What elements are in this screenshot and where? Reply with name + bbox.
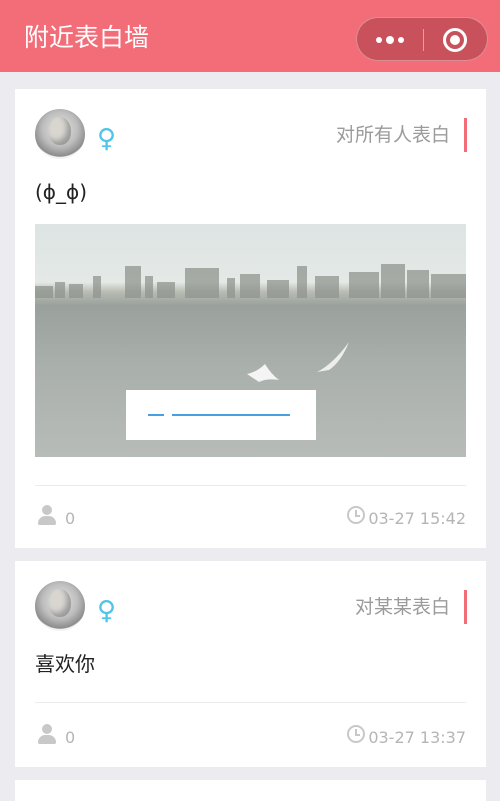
footer-divider: [35, 702, 466, 703]
capsule-divider: [423, 29, 424, 51]
post-card[interactable]: ♀ 对某某表白 喜欢你 0 03-27 13:37: [15, 561, 486, 767]
image-caption-box: [126, 390, 316, 440]
like-count: 0: [65, 509, 76, 528]
post-card[interactable]: ♀ 对所有人表白 (ɸ_ɸ) 0 03-27 15:42: [15, 89, 486, 548]
avatar[interactable]: [35, 109, 85, 159]
avatar-face: [49, 117, 71, 145]
clock-icon: [347, 725, 365, 743]
clock-icon: [347, 506, 365, 524]
female-icon: ♀: [97, 596, 117, 626]
more-dot-icon: [376, 37, 382, 43]
more-dot-icon: [386, 36, 394, 44]
post-time: 03-27 13:37: [368, 728, 466, 747]
mini-program-capsule: [356, 17, 488, 61]
avatar-face: [49, 589, 71, 617]
person-icon[interactable]: [37, 724, 57, 746]
caption-line: [172, 414, 290, 416]
footer-divider: [35, 485, 466, 486]
post-text: (ɸ_ɸ): [35, 180, 87, 204]
confession-target: 对所有人表白: [335, 124, 450, 146]
close-program-button[interactable]: [443, 28, 467, 52]
post-time: 03-27 15:42: [368, 509, 466, 528]
avatar[interactable]: [35, 581, 85, 631]
target-accent-bar: [464, 590, 467, 624]
more-menu-button[interactable]: [357, 18, 423, 62]
post-text: 喜欢你: [35, 652, 95, 676]
nav-bar: 附近表白墙: [0, 0, 500, 72]
page-title: 附近表白墙: [24, 23, 150, 52]
target-accent-bar: [464, 118, 467, 152]
post-card-partial: [15, 780, 486, 801]
more-dot-icon: [398, 37, 404, 43]
like-count: 0: [65, 728, 76, 747]
caption-line: [148, 414, 164, 416]
female-icon: ♀: [97, 124, 117, 154]
person-icon[interactable]: [37, 505, 57, 527]
post-photo[interactable]: [35, 224, 466, 457]
confession-target: 对某某表白: [354, 596, 450, 618]
